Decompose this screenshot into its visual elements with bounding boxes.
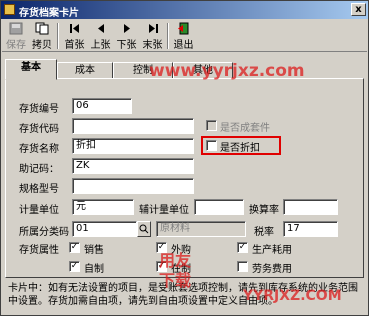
- tab-cost[interactable]: 成本: [57, 62, 113, 79]
- first-icon: [69, 24, 79, 33]
- tax-label: 税率: [254, 227, 274, 238]
- sales-label: 销售: [84, 245, 104, 256]
- category-label: 所属分类码: [19, 227, 69, 238]
- production-checkbox[interactable]: ✓: [237, 242, 248, 253]
- name-field[interactable]: 折扣: [72, 138, 194, 154]
- site-watermark: www.yyrjxz.com: [149, 61, 305, 81]
- self-made-checkbox[interactable]: ✓: [69, 261, 80, 272]
- save-label: 保存: [6, 40, 26, 51]
- category-field[interactable]: 01: [72, 221, 137, 237]
- inv-code-field[interactable]: [72, 118, 194, 134]
- inventory-card-window: 存货档案卡片 x 保存 拷贝 首张 上张 下张 末张 退出 基本 成本 控制 其…: [0, 0, 369, 316]
- prev-record-button[interactable]: 上张: [88, 21, 113, 51]
- next-record-button[interactable]: 下张: [114, 21, 139, 51]
- inv-code-label: 存货代码: [19, 124, 59, 135]
- is-discount-checkbox[interactable]: [206, 140, 217, 151]
- tab-basic[interactable]: 基本: [5, 59, 57, 80]
- save-button[interactable]: 保存: [4, 21, 28, 51]
- rate-label: 换算率: [249, 205, 279, 216]
- browse-icon: [139, 224, 149, 234]
- last-label: 末张: [142, 40, 163, 51]
- rate-field[interactable]: [283, 199, 338, 215]
- first-record-button[interactable]: 首张: [62, 21, 87, 51]
- unit-field[interactable]: 元: [72, 199, 134, 215]
- title-bar[interactable]: 存货档案卡片 x: [1, 1, 368, 19]
- close-button[interactable]: x: [351, 3, 366, 16]
- self-made-label: 自制: [84, 264, 104, 275]
- first-label: 首张: [64, 40, 85, 51]
- unit-label: 计量单位: [19, 205, 59, 216]
- toolbar: 保存 拷贝 首张 上张 下张 末张 退出: [2, 20, 367, 52]
- labor-checkbox[interactable]: [237, 261, 248, 272]
- site-watermark-bottom: YYRJXZ.COM: [243, 288, 342, 304]
- labor-label: 劳务费用: [252, 264, 292, 275]
- name-label: 存货名称: [19, 144, 59, 155]
- code-label: 存货编号: [19, 104, 59, 115]
- attr-label: 存货属性: [19, 245, 59, 256]
- copy-button[interactable]: 拷贝: [29, 21, 55, 51]
- save-icon: [9, 22, 23, 35]
- next-label: 下张: [116, 40, 137, 51]
- last-record-button[interactable]: 末张: [140, 21, 165, 51]
- spec-label: 规格型号: [19, 184, 59, 195]
- sales-checkbox[interactable]: ✓: [69, 242, 80, 253]
- copy-label: 拷贝: [32, 40, 52, 51]
- toolbar-separator: [167, 23, 169, 49]
- aux-unit-field[interactable]: [194, 199, 244, 215]
- mnemonic-label: 助记码：: [19, 164, 59, 175]
- code-field[interactable]: 06: [72, 98, 132, 114]
- mnemonic-field[interactable]: ZK: [72, 158, 194, 174]
- is-discount-label: 是否折扣: [220, 143, 260, 154]
- brand-watermark-bottom: 下载: [159, 271, 192, 290]
- category-name-field: 原材料: [156, 221, 246, 237]
- copy-icon: [35, 22, 49, 35]
- app-icon: [4, 4, 15, 15]
- exit-button[interactable]: 退出: [171, 21, 196, 51]
- aux-unit-label: 辅计量单位: [139, 205, 189, 216]
- production-label: 生产耗用: [252, 245, 292, 256]
- window-title: 存货档案卡片: [19, 8, 79, 19]
- next-icon: [123, 24, 130, 33]
- category-browse-button[interactable]: [137, 221, 151, 237]
- exit-label: 退出: [173, 40, 194, 51]
- last-icon: [148, 24, 158, 33]
- toolbar-separator: [57, 23, 59, 49]
- is-kit-checkbox[interactable]: [206, 120, 217, 131]
- tax-field[interactable]: 17: [283, 221, 338, 237]
- prev-label: 上张: [90, 40, 111, 51]
- spec-field[interactable]: [72, 178, 194, 194]
- exit-icon: [177, 22, 188, 35]
- prev-icon: [97, 24, 104, 33]
- is-kit-label: 是否成套件: [220, 123, 270, 134]
